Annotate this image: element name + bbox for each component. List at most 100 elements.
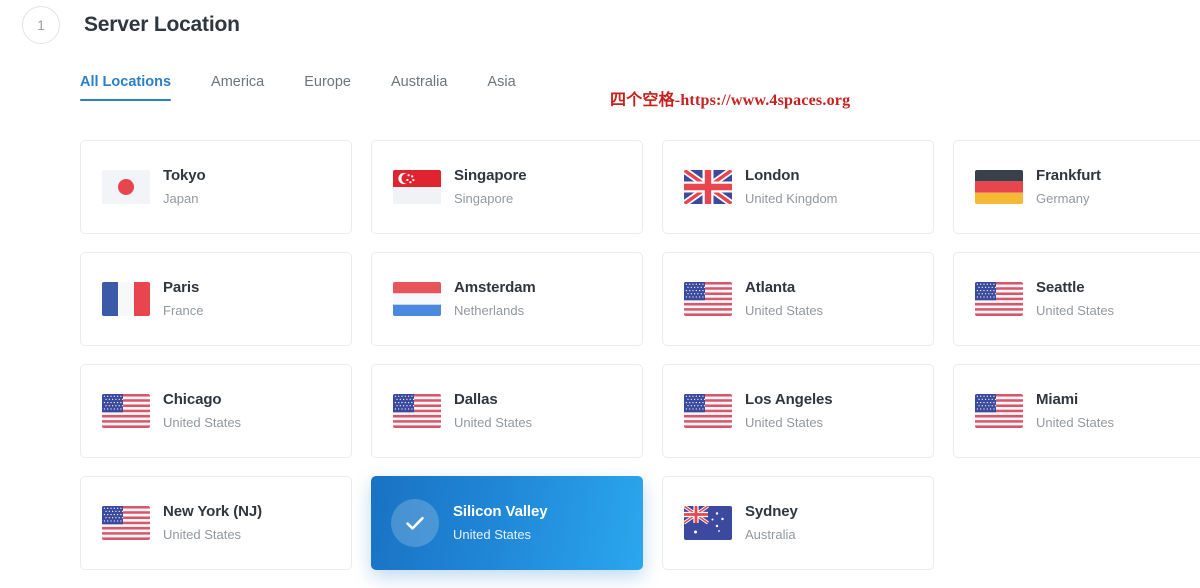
flag-wrapper <box>99 394 153 428</box>
location-card[interactable]: Chicago United States <box>80 364 352 458</box>
location-city: Singapore <box>454 167 527 185</box>
location-city: Los Angeles <box>745 391 833 409</box>
location-card[interactable]: London United Kingdom <box>662 140 934 234</box>
location-country: United States <box>163 415 242 431</box>
flag-wrapper <box>99 170 153 204</box>
location-city: Dallas <box>454 391 498 409</box>
location-text: Silicon Valley United States <box>453 503 548 543</box>
flag-us-icon <box>684 282 732 316</box>
flag-us-icon <box>684 394 732 428</box>
flag-fr-icon <box>102 282 150 316</box>
flag-wrapper <box>390 282 444 316</box>
location-city: Sydney <box>745 503 798 521</box>
server-location-page: 1 Server Location All Locations America Eu… <box>0 0 1200 588</box>
flag-us-icon <box>975 394 1023 428</box>
location-card[interactable]: Amsterdam Netherlands <box>371 252 643 346</box>
location-card[interactable]: Singapore Singapore <box>371 140 643 234</box>
flag-wrapper <box>972 170 1026 204</box>
location-card[interactable]: Miami United States <box>953 364 1200 458</box>
location-country: Netherlands <box>454 303 525 319</box>
location-city: Silicon Valley <box>453 503 548 521</box>
location-city: Amsterdam <box>454 279 536 297</box>
location-country: United States <box>745 415 824 431</box>
flag-wrapper <box>972 394 1026 428</box>
location-card[interactable]: Tokyo Japan <box>80 140 352 234</box>
flag-us-icon <box>975 282 1023 316</box>
location-text: Singapore Singapore <box>454 167 527 207</box>
location-country: France <box>163 303 204 319</box>
flag-jp-icon <box>102 170 150 204</box>
flag-wrapper <box>681 282 735 316</box>
location-country: United Kingdom <box>745 191 838 207</box>
location-card[interactable]: Sydney Australia <box>662 476 934 570</box>
location-filter-tabs: All Locations America Europe Australia Asia <box>80 74 516 101</box>
location-text: Amsterdam Netherlands <box>454 279 536 319</box>
location-text: Sydney Australia <box>745 503 798 543</box>
location-city: Atlanta <box>745 279 796 297</box>
flag-de-icon <box>975 170 1023 204</box>
flag-wrapper <box>390 394 444 428</box>
check-icon <box>391 499 439 547</box>
location-text: Tokyo Japan <box>163 167 206 207</box>
tab-america[interactable]: America <box>211 74 264 101</box>
location-card[interactable]: Seattle United States <box>953 252 1200 346</box>
flag-nl-icon <box>393 282 441 316</box>
page-title: Server Location <box>84 13 240 36</box>
location-text: Frankfurt Germany <box>1036 167 1101 207</box>
tab-australia[interactable]: Australia <box>391 74 447 101</box>
flag-gb-icon <box>684 170 732 204</box>
location-text: New York (NJ) United States <box>163 503 262 543</box>
location-card[interactable]: Paris France <box>80 252 352 346</box>
tab-europe[interactable]: Europe <box>304 74 351 101</box>
location-text: Dallas United States <box>454 391 532 431</box>
location-country: Japan <box>163 191 199 207</box>
location-city: Frankfurt <box>1036 167 1101 185</box>
location-text: London United Kingdom <box>745 167 838 207</box>
flag-us-icon <box>102 506 150 540</box>
location-grid: Tokyo Japan Singapore Singapore London United… <box>80 140 1200 570</box>
location-card[interactable]: New York (NJ) United States <box>80 476 352 570</box>
location-text: Miami United States <box>1036 391 1114 431</box>
tab-all-locations[interactable]: All Locations <box>80 74 172 101</box>
flag-us-icon <box>102 394 150 428</box>
page-header: 1 Server Location <box>0 0 240 50</box>
location-city: Miami <box>1036 391 1079 409</box>
tab-asia[interactable]: Asia <box>487 74 515 101</box>
flag-wrapper <box>681 170 735 204</box>
location-city: Paris <box>163 279 200 297</box>
step-number: 1 <box>37 17 45 33</box>
location-country: Germany <box>1036 191 1090 207</box>
location-text: Seattle United States <box>1036 279 1114 319</box>
location-city: London <box>745 167 800 185</box>
flag-wrapper <box>99 282 153 316</box>
location-country: United States <box>745 303 824 319</box>
location-card[interactable]: Silicon Valley United States <box>371 476 643 570</box>
location-card[interactable]: Atlanta United States <box>662 252 934 346</box>
location-text: Los Angeles United States <box>745 391 833 431</box>
step-badge: 1 <box>22 6 60 44</box>
location-country: United States <box>1036 415 1115 431</box>
flag-wrapper <box>972 282 1026 316</box>
location-card[interactable]: Frankfurt Germany <box>953 140 1200 234</box>
location-country: Australia <box>745 527 796 543</box>
location-country: United States <box>1036 303 1115 319</box>
location-card[interactable]: Dallas United States <box>371 364 643 458</box>
location-text: Paris France <box>163 279 203 319</box>
location-country: United States <box>453 527 532 543</box>
location-city: Chicago <box>163 391 222 409</box>
location-card[interactable]: Los Angeles United States <box>662 364 934 458</box>
location-city: Seattle <box>1036 279 1085 297</box>
flag-sg-icon <box>393 170 441 204</box>
flag-au-icon <box>684 506 732 540</box>
location-text: Chicago United States <box>163 391 241 431</box>
location-text: Atlanta United States <box>745 279 823 319</box>
location-country: United States <box>163 527 242 543</box>
location-country: United States <box>454 415 533 431</box>
flag-wrapper <box>390 170 444 204</box>
location-city: Tokyo <box>163 167 206 185</box>
watermark-text: 四个空格-https://www.4spaces.org <box>610 92 851 109</box>
flag-wrapper <box>681 506 735 540</box>
location-city: New York (NJ) <box>163 503 263 521</box>
flag-us-icon <box>393 394 441 428</box>
flag-wrapper <box>681 394 735 428</box>
